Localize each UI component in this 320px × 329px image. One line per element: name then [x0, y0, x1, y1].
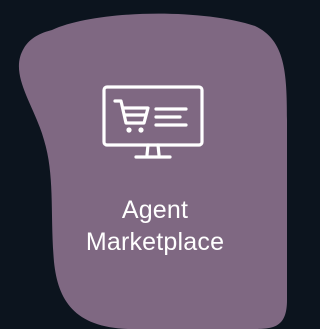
tile-blob-shape: [18, 13, 287, 329]
tile-label-line-2: Marketplace: [85, 228, 225, 256]
agent-marketplace-tile-stage: Agent Marketplace: [0, 0, 294, 329]
tile-label-line-1: Agent: [121, 196, 189, 224]
shopping-cart-monitor-icon: [102, 85, 204, 159]
